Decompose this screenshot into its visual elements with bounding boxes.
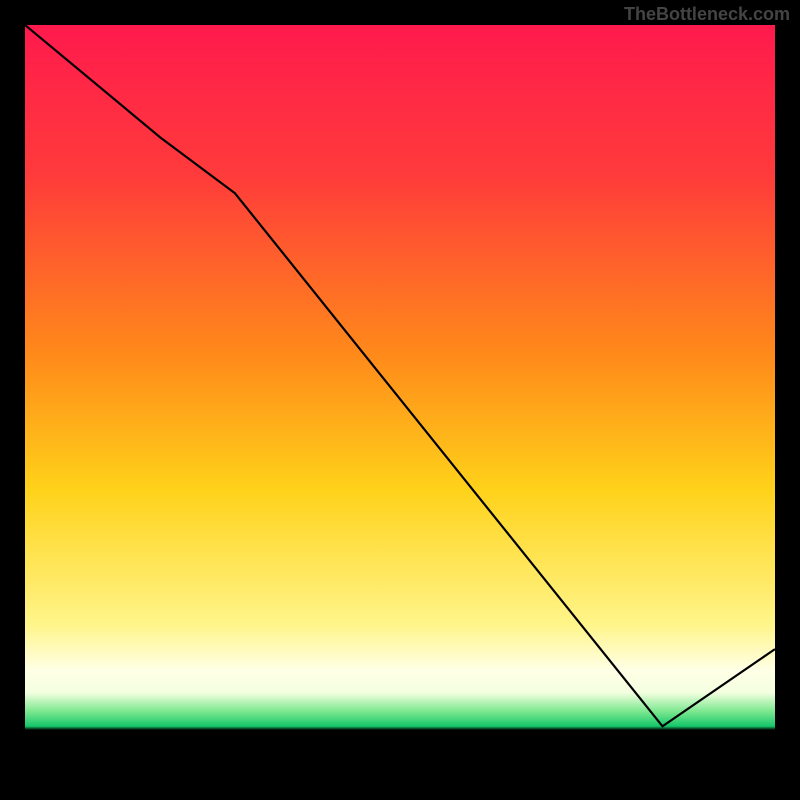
- chart-svg: [25, 25, 775, 775]
- watermark-text: TheBottleneck.com: [624, 4, 790, 25]
- plot-area: [25, 25, 775, 775]
